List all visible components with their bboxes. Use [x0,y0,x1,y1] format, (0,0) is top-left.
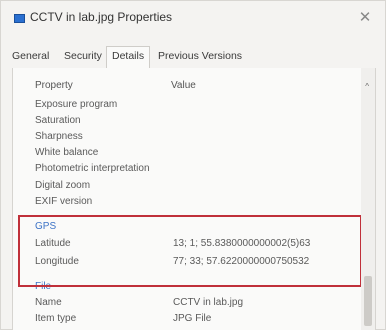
vertical-scrollbar[interactable]: ^ [361,68,375,330]
list-header: Property Value [13,80,361,94]
property-name: Item type [35,313,77,324]
property-name: Latitude [35,238,71,249]
property-name: Longitude [35,256,79,267]
column-header-property[interactable]: Property [35,80,73,91]
list-item[interactable]: Item type JPG File [13,311,361,327]
list-item[interactable]: Exposure program [13,97,361,113]
list-item[interactable]: Name CCTV in lab.jpg [13,295,361,311]
property-name: Saturation [35,115,81,126]
tab-previous-versions[interactable]: Previous Versions [158,50,242,62]
tab-security[interactable]: Security [64,50,102,62]
tab-bar: General Security Details Previous Versio… [12,44,374,69]
property-name: Exposure program [35,99,118,110]
column-header-value[interactable]: Value [171,80,196,91]
list-item[interactable]: Photometric interpretation [13,161,361,177]
tab-details[interactable]: Details [106,46,151,68]
group-header-gps: GPS [35,221,57,232]
property-value: 13; 1; 55.8380000000002(5)63 [173,238,311,249]
title-bar: CCTV in lab.jpg Properties ✕ [0,0,386,38]
list-item[interactable]: Digital zoom [13,178,361,194]
property-name: Digital zoom [35,180,91,191]
property-name: White balance [35,147,99,158]
property-name: Photometric interpretation [35,163,150,174]
property-name: EXIF version [35,196,93,207]
property-name: Name [35,297,62,308]
list-item[interactable]: Sharpness [13,129,361,145]
list-item[interactable]: EXIF version [13,194,361,210]
list-item[interactable]: White balance [13,145,361,161]
property-name: Sharpness [35,131,83,142]
property-list[interactable]: Property Value Exposure program Saturati… [13,68,361,330]
property-value: JPG File [173,313,212,324]
tab-general[interactable]: General [12,50,49,62]
scroll-thumb[interactable] [364,276,372,326]
properties-dialog: CCTV in lab.jpg Properties ✕ General Sec… [0,0,386,330]
scroll-up-arrow-icon[interactable]: ^ [365,82,369,91]
window-title: CCTV in lab.jpg Properties [30,10,173,24]
details-panel: Property Value Exposure program Saturati… [12,68,376,330]
file-image-icon [14,14,25,23]
list-item-latitude[interactable]: Latitude 13; 1; 55.8380000000002(5)63 [13,236,361,252]
group-header-file: File [35,281,52,292]
close-button[interactable]: ✕ [354,7,376,29]
property-value: CCTV in lab.jpg [173,297,244,308]
list-item-longitude[interactable]: Longitude 77; 33; 57.6220000000750532 [13,254,361,270]
list-item[interactable]: Saturation [13,113,361,129]
property-value: 77; 33; 57.6220000000750532 [173,256,310,267]
